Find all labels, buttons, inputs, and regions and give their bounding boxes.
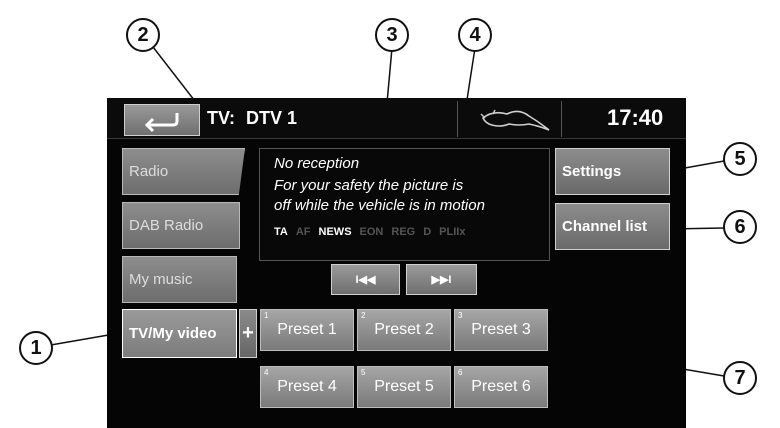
infotainment-screen: TV: DTV 1 17:40 Radio DAB Radio My music… [107,98,686,428]
add-label: + [242,322,254,344]
reception-status: No reception [274,155,360,172]
callout-6: 6 [723,210,757,244]
preset-6-button[interactable]: 6 Preset 6 [454,366,548,408]
preset-3-button[interactable]: 3 Preset 3 [454,309,548,351]
source-my-music-button[interactable]: My music [122,256,237,303]
channel-list-label: Channel list [562,218,648,235]
preset-4-button[interactable]: 4 Preset 4 [260,366,354,408]
flag-d: D [423,226,432,238]
callout-1: 1 [19,331,53,365]
preset-number: 6 [458,368,463,377]
source-my-music-label: My music [129,271,193,288]
seek-back-button[interactable]: I◀◀ [331,264,400,295]
flag-news: NEWS [318,226,352,238]
callout-3: 3 [375,18,409,52]
preset-number: 1 [264,311,269,320]
preset-label: Preset 5 [374,378,434,395]
flag-reg: REG [391,226,416,238]
seek-back-icon: I◀◀ [355,274,376,286]
settings-button[interactable]: Settings [555,148,670,195]
preset-2-button[interactable]: 2 Preset 2 [357,309,451,351]
preset-label: Preset 3 [471,321,531,338]
clock: 17:40 [607,105,664,130]
preset-5-button[interactable]: 5 Preset 5 [357,366,451,408]
source-radio-button[interactable]: Radio [122,148,245,195]
preset-number: 3 [458,311,463,320]
preset-label: Preset 2 [374,321,434,338]
header-divider [457,101,458,137]
back-arrow-icon [144,113,179,133]
callout-2: 2 [126,18,160,52]
safety-message-line-1: For your safety the picture is [274,177,464,194]
broadcast-flags: TA AF NEWS EON REG D PLIIx [274,222,549,239]
jaguar-logo-icon [480,109,550,131]
channel-name: DTV 1 [246,108,298,128]
source-label: TV: [207,108,236,128]
channel-list-button[interactable]: Channel list [555,203,670,250]
source-tv-my-video-label: TV/My video [129,325,217,342]
seek-forward-icon: ▶▶I [431,274,452,286]
source-title: TV: DTV 1 [207,108,297,129]
source-radio-label: Radio [129,163,169,180]
add-button[interactable]: + [239,309,257,358]
preset-label: Preset 1 [277,321,337,338]
info-panel: No reception For your safety the picture… [259,148,550,261]
safety-message-line-2: off while the vehicle is in motion [274,197,485,214]
flag-pliix: PLIIx [439,226,466,238]
flag-ta: TA [274,226,288,238]
source-dab-radio-button[interactable]: DAB Radio [122,202,240,249]
back-button[interactable] [124,104,200,136]
preset-label: Preset 4 [277,378,337,395]
preset-number: 2 [361,311,366,320]
source-tv-my-video-button[interactable]: TV/My video [122,309,237,358]
preset-number: 5 [361,368,366,377]
source-dab-radio-label: DAB Radio [129,217,204,234]
flag-af: AF [295,226,311,238]
header-divider-2 [561,101,562,137]
seek-forward-button[interactable]: ▶▶I [406,264,477,295]
callout-7: 7 [723,361,757,395]
flag-eon: EON [359,226,384,238]
preset-number: 4 [264,368,269,377]
callout-5: 5 [723,142,757,176]
settings-label: Settings [562,163,622,180]
preset-label: Preset 6 [471,378,531,395]
callout-4: 4 [458,18,492,52]
preset-1-button[interactable]: 1 Preset 1 [260,309,354,351]
